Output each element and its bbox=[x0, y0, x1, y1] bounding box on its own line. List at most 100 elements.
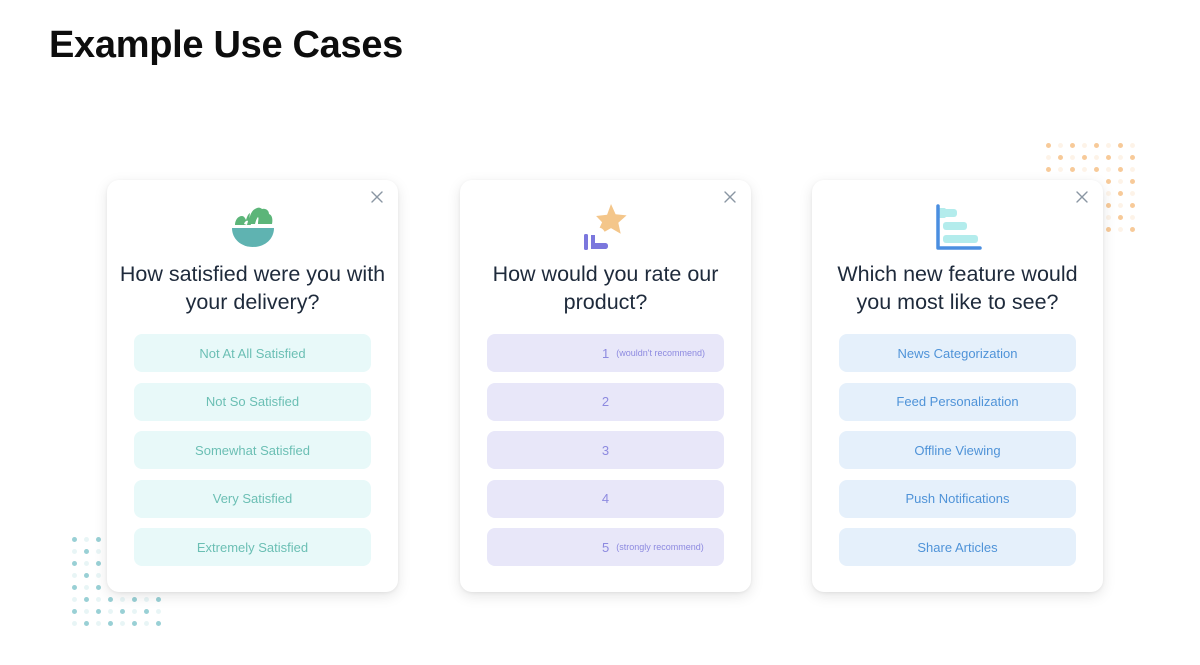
decorative-dot bbox=[96, 609, 101, 614]
question-text: How would you rate our product? bbox=[492, 262, 719, 314]
decorative-dot bbox=[1118, 215, 1123, 220]
option-hint: (wouldn't recommend) bbox=[616, 348, 705, 358]
decorative-dot bbox=[1106, 191, 1111, 196]
decorative-dot bbox=[96, 537, 101, 542]
decorative-dot bbox=[132, 621, 137, 626]
option-hint: (strongly recommend) bbox=[616, 542, 704, 552]
decorative-dot bbox=[132, 597, 137, 602]
decorative-dot bbox=[1046, 167, 1051, 172]
decorative-dot bbox=[1106, 203, 1111, 208]
decorative-dot bbox=[1118, 179, 1123, 184]
decorative-dot bbox=[1094, 143, 1099, 148]
decorative-dot bbox=[108, 621, 113, 626]
decorative-dot bbox=[1118, 155, 1123, 160]
option-button[interactable]: Not At All Satisfied bbox=[134, 334, 371, 372]
decorative-dot bbox=[72, 561, 77, 566]
decorative-dot bbox=[1046, 155, 1051, 160]
decorative-dot bbox=[1106, 179, 1111, 184]
options-list: 1 (wouldn't recommend) 2 3 4 5 (strongly… bbox=[487, 334, 724, 577]
decorative-dot bbox=[120, 609, 125, 614]
option-button[interactable]: 5 (strongly recommend) bbox=[487, 528, 724, 566]
decorative-dot bbox=[144, 609, 149, 614]
decorative-dot bbox=[1070, 155, 1075, 160]
decorative-dot bbox=[156, 609, 161, 614]
option-button[interactable]: 3 bbox=[487, 431, 724, 469]
decorative-dot bbox=[1130, 191, 1135, 196]
survey-card-feature: Which new feature would you most like to… bbox=[812, 180, 1103, 592]
decorative-dot bbox=[120, 621, 125, 626]
decorative-dot bbox=[96, 597, 101, 602]
decorative-dot bbox=[84, 561, 89, 566]
decorative-dot bbox=[1070, 167, 1075, 172]
decorative-dot bbox=[1046, 143, 1051, 148]
option-value: 3 bbox=[601, 442, 610, 458]
option-value: 2 bbox=[601, 394, 610, 409]
option-button[interactable]: Not So Satisfied bbox=[134, 382, 371, 421]
survey-card-rating: How would you rate our product? 1 (would… bbox=[460, 180, 751, 592]
decorative-dot bbox=[84, 537, 89, 542]
decorative-dot bbox=[144, 621, 149, 626]
option-button[interactable]: Extremely Satisfied bbox=[134, 528, 371, 566]
decorative-dot bbox=[1082, 143, 1087, 148]
decorative-dot bbox=[1130, 167, 1135, 172]
option-button[interactable]: News Categorization bbox=[839, 334, 1076, 372]
decorative-dot bbox=[96, 573, 101, 578]
options-list: Not At All Satisfied Not So Satisfied So… bbox=[134, 334, 371, 577]
decorative-dot bbox=[1106, 215, 1111, 220]
decorative-dot bbox=[96, 621, 101, 626]
options-list: News Categorization Feed Personalization… bbox=[839, 334, 1076, 577]
decorative-dot bbox=[96, 561, 101, 566]
option-button[interactable]: Somewhat Satisfied bbox=[134, 431, 371, 469]
decorative-dot bbox=[96, 549, 101, 554]
option-button[interactable]: Very Satisfied bbox=[134, 479, 371, 518]
decorative-dot bbox=[120, 597, 125, 602]
decorative-dot bbox=[144, 597, 149, 602]
decorative-dot bbox=[1106, 227, 1111, 232]
decorative-dot bbox=[1118, 191, 1123, 196]
decorative-dot bbox=[1118, 227, 1123, 232]
option-button[interactable]: Offline Viewing bbox=[839, 431, 1076, 469]
decorative-dot bbox=[1130, 203, 1135, 208]
decorative-dot bbox=[1106, 155, 1111, 160]
decorative-dot bbox=[72, 597, 77, 602]
decorative-dot bbox=[156, 597, 161, 602]
decorative-dot bbox=[1118, 143, 1123, 148]
decorative-dot bbox=[1118, 203, 1123, 208]
survey-card-satisfaction: How satisfied were you with your deliver… bbox=[107, 180, 398, 592]
bar-chart-icon bbox=[935, 204, 982, 250]
decorative-dot bbox=[96, 585, 101, 590]
decorative-dot bbox=[1106, 143, 1111, 148]
decorative-dot bbox=[156, 621, 161, 626]
decorative-dot bbox=[84, 609, 89, 614]
decorative-dot bbox=[108, 609, 113, 614]
decorative-dot bbox=[1094, 155, 1099, 160]
option-button[interactable]: 2 bbox=[487, 382, 724, 421]
decorative-dot bbox=[84, 597, 89, 602]
decorative-dot bbox=[1130, 155, 1135, 160]
option-button[interactable]: 4 bbox=[487, 479, 724, 518]
option-button[interactable]: 1 (wouldn't recommend) bbox=[487, 334, 724, 372]
decorative-dot bbox=[72, 585, 77, 590]
decorative-dot bbox=[1130, 215, 1135, 220]
option-value: 1 bbox=[602, 345, 610, 361]
option-value: 5 bbox=[602, 539, 610, 555]
decorative-dot bbox=[72, 537, 77, 542]
decorative-dot bbox=[84, 585, 89, 590]
decorative-dot bbox=[72, 573, 77, 578]
decorative-dot bbox=[1058, 155, 1063, 160]
decorative-dot bbox=[1070, 143, 1075, 148]
decorative-dot bbox=[1130, 179, 1135, 184]
decorative-dot bbox=[72, 621, 77, 626]
page-title: Example Use Cases bbox=[49, 24, 404, 66]
question-text: Which new feature would you most like to… bbox=[837, 262, 1078, 314]
decorative-dot bbox=[72, 549, 77, 554]
decorative-dot bbox=[72, 609, 77, 614]
decorative-dot bbox=[1058, 143, 1063, 148]
decorative-dot bbox=[1094, 167, 1099, 172]
option-button[interactable]: Push Notifications bbox=[839, 479, 1076, 518]
option-button[interactable]: Share Articles bbox=[839, 528, 1076, 566]
decorative-dot bbox=[1082, 155, 1087, 160]
option-button[interactable]: Feed Personalization bbox=[839, 382, 1076, 421]
option-value: 4 bbox=[601, 491, 610, 506]
decorative-dot bbox=[1130, 143, 1135, 148]
